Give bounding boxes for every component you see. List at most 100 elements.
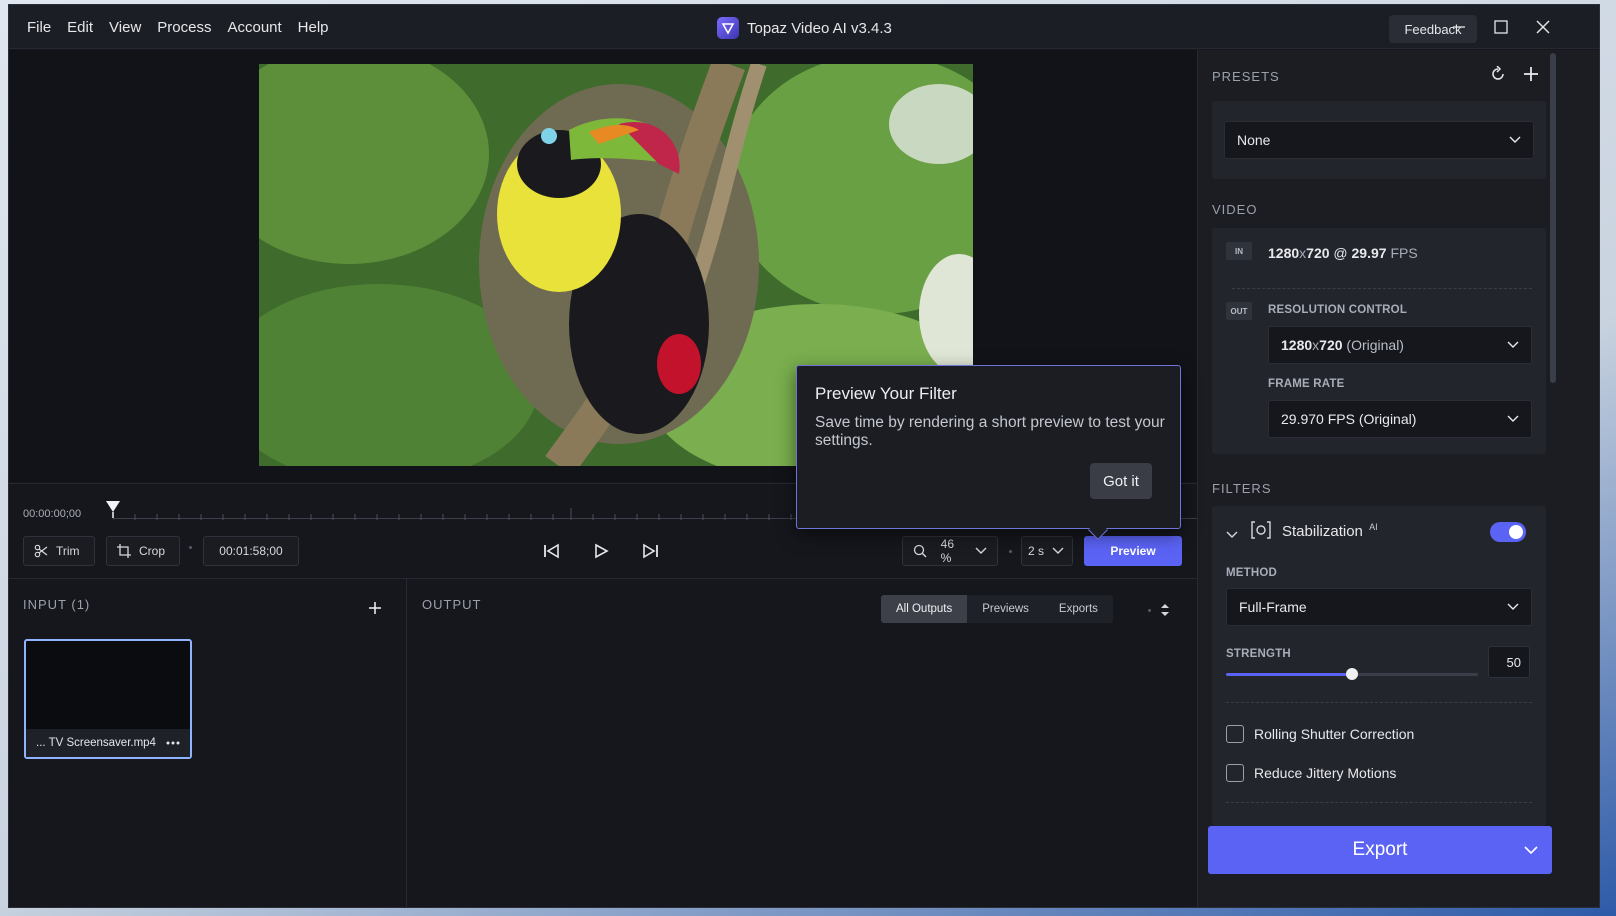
stabilization-icon [1250,520,1272,545]
zoom-select[interactable]: 46 % [902,536,998,566]
tooltip-body: Save time by rendering a short preview t… [815,414,1165,449]
strength-slider-fill [1226,673,1352,676]
menu-edit[interactable]: Edit [59,19,101,36]
trim-button[interactable]: Trim [23,536,95,566]
rolling-shutter-checkbox[interactable] [1226,725,1244,743]
preset-select[interactable]: None [1224,121,1534,159]
output-filter-tabs: All Outputs Previews Exports [881,595,1113,623]
crop-button[interactable]: Crop [106,536,180,566]
more-options-icon[interactable] [166,741,180,745]
duration-value: 00:01:58;00 [219,544,283,558]
crop-icon [117,544,131,558]
step-forward-icon[interactable] [635,536,665,566]
chevron-down-icon [1507,341,1519,348]
strength-slider-handle[interactable] [1346,668,1358,680]
add-input-icon[interactable] [369,601,381,619]
chevron-down-icon[interactable] [1524,846,1538,855]
divider [1232,288,1532,289]
duration-field[interactable]: 00:01:58;00 [203,536,299,566]
filter-title: Stabilization AI [1282,522,1378,540]
method-label: METHOD [1226,567,1278,579]
timeline-start-time: 00:00:00;00 [23,508,82,520]
filter-name: Stabilization [1282,523,1363,540]
tab-exports[interactable]: Exports [1044,595,1113,623]
menu-view[interactable]: View [101,19,149,36]
tab-all-outputs[interactable]: All Outputs [881,595,968,623]
reduce-jittery-label: Reduce Jittery Motions [1254,765,1397,781]
sort-icon[interactable] [1161,603,1169,621]
method-value: Full-Frame [1239,599,1307,615]
zoom-icon [913,544,927,558]
divider [1226,802,1532,803]
in-at: @ [1329,245,1352,261]
resolution-control-label: RESOLUTION CONTROL [1268,304,1408,316]
title-bar: File Edit View Process Account Help Topa… [9,5,1599,49]
trim-label: Trim [56,544,80,558]
method-select[interactable]: Full-Frame [1226,588,1532,626]
separator-dot [1009,550,1012,553]
playhead-marker[interactable] [105,500,121,523]
res-h: 720 [1319,337,1343,353]
in-fps-unit: FPS [1386,245,1418,261]
zoom-value: 46 % [940,537,954,565]
menu-help[interactable]: Help [290,19,337,36]
in-tag: IN [1226,242,1252,260]
tab-previews[interactable]: Previews [967,595,1044,623]
presets-card: None [1212,101,1546,179]
strength-label: STRENGTH [1226,648,1291,660]
in-res-h: 720 [1306,245,1330,261]
preview-tooltip: Preview Your Filter Save time by renderi… [796,365,1181,540]
step-back-icon[interactable] [537,536,567,566]
out-tag: OUT [1226,302,1252,320]
got-it-button[interactable]: Got it [1090,463,1152,499]
menu-bar: File Edit View Process Account Help [19,5,337,49]
chevron-down-icon [1509,136,1521,143]
minimize-icon[interactable] [1445,15,1473,39]
menu-account[interactable]: Account [219,19,289,36]
strength-input[interactable]: 50 [1488,646,1530,678]
preview-button[interactable]: Preview [1084,536,1182,566]
reset-icon[interactable] [1490,65,1506,87]
input-format: 1280x720 @ 29.97 FPS [1268,245,1418,261]
chevron-down-icon[interactable] [1226,526,1238,544]
export-label: Export [1352,839,1408,860]
maximize-icon[interactable] [1487,15,1515,39]
res-suffix: (Original) [1342,337,1404,353]
stabilization-card: Stabilization AI METHOD Full-Frame STREN… [1212,506,1546,826]
chevron-down-icon [1052,547,1064,554]
sidebar-scrollbar[interactable] [1550,53,1556,383]
app-window: File Edit View Process Account Help Topa… [8,4,1600,908]
preview-length-select[interactable]: 2 s [1021,536,1073,566]
play-icon[interactable] [586,536,616,566]
export-button[interactable]: Export [1208,826,1552,874]
ruler-ticks [113,508,792,520]
reduce-jittery-checkbox[interactable] [1226,764,1244,782]
resolution-value: 1280x720 (Original) [1281,337,1404,353]
divider [1226,702,1532,703]
video-header: VIDEO [1212,202,1258,217]
preview-length-value: 2 s [1028,544,1045,558]
res-w: 1280 [1281,337,1313,353]
menu-file[interactable]: File [19,19,59,36]
scissors-icon [34,544,48,558]
preset-value: None [1237,132,1271,148]
output-panel: OUTPUT All Outputs Previews Exports [407,578,1241,907]
rolling-shutter-label: Rolling Shutter Correction [1254,726,1415,742]
ai-badge: AI [1369,522,1378,532]
add-preset-icon[interactable] [1524,67,1538,86]
topaz-logo-icon [717,17,739,39]
crop-label: Crop [139,544,166,558]
close-icon[interactable] [1529,15,1557,39]
in-fps: 29.97 [1351,245,1387,261]
presets-header: PRESETS [1212,69,1280,84]
menu-process[interactable]: Process [149,19,219,36]
stabilization-toggle[interactable] [1490,522,1526,542]
filters-header: FILTERS [1212,481,1272,496]
chevron-down-icon [975,547,987,554]
app-title: Topaz Video AI v3.4.3 [717,17,892,39]
resolution-select[interactable]: 1280x720 (Original) [1268,326,1532,364]
input-file-card[interactable]: ... TV Screensaver.mp4 [24,639,192,759]
frame-rate-label: FRAME RATE [1268,378,1345,390]
chevron-down-icon [1507,603,1519,610]
frame-rate-select[interactable]: 29.970 FPS (Original) [1268,400,1532,438]
